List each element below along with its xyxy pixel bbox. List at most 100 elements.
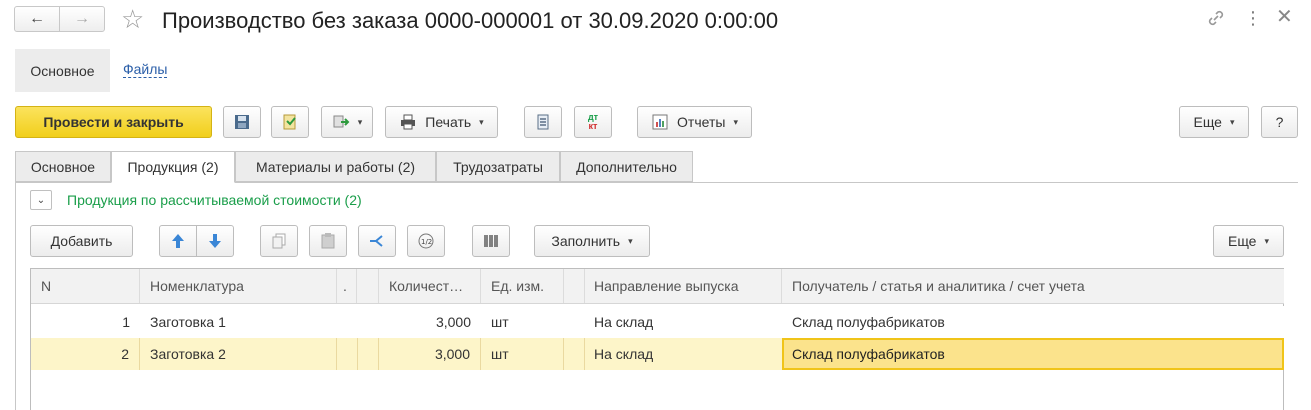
col-header-dot[interactable]: . bbox=[337, 269, 357, 303]
move-up-button[interactable] bbox=[159, 225, 197, 257]
menu-kebab-icon[interactable]: ⋮ bbox=[1244, 6, 1262, 30]
nav-tab-main-label: Основное bbox=[30, 62, 95, 79]
add-row-label: Добавить bbox=[50, 233, 113, 249]
tab-products-label: Продукция (2) bbox=[127, 159, 219, 175]
col-header-unit[interactable]: Ед. изм. bbox=[481, 269, 564, 303]
table-row[interactable]: 1 Заготовка 1 3,000 шт На склад Склад по… bbox=[31, 306, 1284, 338]
chevron-down-icon: ▾ bbox=[628, 235, 633, 246]
document-journal-button[interactable] bbox=[524, 106, 562, 138]
cell-qty: 3,000 bbox=[379, 338, 481, 370]
col-header-qty[interactable]: Количест… bbox=[379, 269, 481, 303]
post-and-close-label: Провести и закрыть bbox=[43, 114, 184, 130]
table-row-selected[interactable]: 2 Заготовка 2 3,000 шт На склад Склад по… bbox=[31, 338, 1284, 370]
cell-item: Заготовка 2 bbox=[140, 338, 337, 370]
back-button[interactable]: ← bbox=[14, 6, 60, 32]
printer-icon bbox=[401, 114, 416, 130]
post-document-icon bbox=[283, 114, 296, 130]
cell-item: Заготовка 1 bbox=[150, 314, 226, 330]
help-button[interactable]: ? bbox=[1261, 106, 1298, 138]
products-table: N Номенклатура . Количест… Ед. изм. Напр… bbox=[30, 268, 1284, 410]
tab-labor[interactable]: Трудозатраты bbox=[436, 151, 560, 182]
svg-text:1/2: 1/2 bbox=[421, 238, 432, 246]
tab-additional-label: Дополнительно bbox=[576, 158, 677, 175]
section-title: Продукция по рассчитываемой стоимости (2… bbox=[67, 192, 362, 208]
cell-spacer bbox=[357, 338, 379, 370]
post-and-close-button[interactable]: Провести и закрыть bbox=[15, 106, 212, 138]
list-icon bbox=[537, 114, 549, 130]
cell-n: 1 bbox=[122, 314, 130, 330]
chevron-down-icon: ⌄ bbox=[36, 194, 46, 206]
move-down-button[interactable] bbox=[196, 225, 234, 257]
save-button[interactable] bbox=[223, 106, 261, 138]
forward-button[interactable]: → bbox=[59, 6, 105, 32]
floppy-icon bbox=[235, 115, 249, 129]
tab-materials[interactable]: Материалы и работы (2) bbox=[235, 151, 436, 182]
report-chart-icon bbox=[652, 114, 668, 130]
tab-additional[interactable]: Дополнительно bbox=[560, 151, 693, 182]
cell-spacer2 bbox=[564, 338, 585, 370]
page-title: Производство без заказа 0000-000001 от 3… bbox=[162, 8, 779, 33]
col-header-recipient[interactable]: Получатель / статья и аналитика / счет у… bbox=[782, 269, 1284, 303]
cell-recipient-active[interactable]: Склад полуфабрикатов bbox=[782, 338, 1284, 370]
tab-materials-label: Материалы и работы (2) bbox=[255, 158, 416, 175]
split-row-button[interactable] bbox=[358, 225, 396, 257]
cell-qty: 3,000 bbox=[435, 314, 471, 330]
chevron-down-icon: ▾ bbox=[1264, 235, 1270, 246]
help-label: ? bbox=[1275, 114, 1284, 130]
post-button[interactable] bbox=[271, 106, 309, 138]
cell-unit: шт bbox=[481, 338, 564, 370]
cell-unit: шт bbox=[491, 314, 509, 330]
arrow-up-icon bbox=[172, 234, 184, 248]
tab-products[interactable]: Продукция (2) bbox=[111, 151, 235, 183]
table-more-button[interactable]: Еще ▾ bbox=[1213, 225, 1284, 257]
create-based-on-icon bbox=[333, 115, 350, 128]
distribute-button[interactable]: 1/2 bbox=[407, 225, 445, 257]
barcode-icon bbox=[484, 235, 498, 247]
section-collapse-toggle[interactable]: ⌄ bbox=[30, 190, 52, 210]
arrow-right-icon: → bbox=[74, 10, 90, 27]
dtkt-bottom-label: кт bbox=[588, 121, 598, 131]
copy-icon bbox=[272, 233, 286, 249]
cell-direction: На склад bbox=[594, 346, 654, 362]
cell-direction: На склад bbox=[594, 314, 654, 330]
col-header-spacer bbox=[357, 269, 379, 303]
arrow-down-icon bbox=[209, 234, 221, 248]
cell-recipient: Склад полуфабрикатов bbox=[792, 314, 945, 330]
reports-button[interactable]: Отчеты ▾ bbox=[637, 106, 752, 138]
print-button[interactable]: Печать ▾ bbox=[385, 106, 498, 138]
nav-tab-files-label: Файлы bbox=[123, 61, 168, 78]
reports-label: Отчеты bbox=[677, 114, 726, 130]
dtkt-button[interactable]: дт кт bbox=[574, 106, 612, 138]
more-button[interactable]: Еще ▾ bbox=[1179, 106, 1249, 138]
arrow-left-icon: ← bbox=[29, 10, 45, 27]
fill-button[interactable]: Заполнить ▾ bbox=[534, 225, 650, 257]
paste-button[interactable] bbox=[309, 225, 347, 257]
fill-label: Заполнить bbox=[551, 233, 621, 249]
fraction-icon: 1/2 bbox=[418, 233, 434, 249]
favorite-star-icon[interactable]: ☆ bbox=[121, 4, 144, 34]
chevron-down-icon: ▾ bbox=[1229, 116, 1235, 127]
barcode-button[interactable] bbox=[472, 225, 510, 257]
link-icon[interactable] bbox=[1206, 8, 1226, 31]
tab-main[interactable]: Основное bbox=[15, 151, 111, 182]
paste-icon bbox=[321, 233, 335, 249]
col-header-n[interactable]: N bbox=[31, 269, 140, 303]
tab-panel-border-left bbox=[15, 182, 16, 410]
table-more-label: Еще bbox=[1227, 233, 1257, 249]
more-label: Еще bbox=[1193, 114, 1222, 130]
add-row-button[interactable]: Добавить bbox=[30, 225, 133, 257]
cell-n: 2 bbox=[31, 338, 140, 370]
col-header-direction[interactable]: Направление выпуска bbox=[584, 269, 782, 303]
cell-dot bbox=[337, 338, 358, 370]
table-header: N Номенклатура . Количест… Ед. изм. Напр… bbox=[31, 269, 1284, 304]
tab-main-label: Основное bbox=[30, 158, 96, 175]
chevron-down-icon: ▾ bbox=[357, 116, 363, 127]
copy-button[interactable] bbox=[260, 225, 298, 257]
chevron-down-icon: ▾ bbox=[479, 116, 484, 127]
nav-tab-files[interactable]: Файлы bbox=[123, 61, 168, 78]
col-header-item[interactable]: Номенклатура bbox=[140, 269, 337, 303]
close-icon[interactable]: ✕ bbox=[1276, 4, 1293, 30]
nav-tab-main[interactable]: Основное bbox=[15, 49, 110, 92]
create-based-on-button[interactable]: ▾ bbox=[321, 106, 373, 138]
print-label: Печать bbox=[425, 114, 472, 130]
